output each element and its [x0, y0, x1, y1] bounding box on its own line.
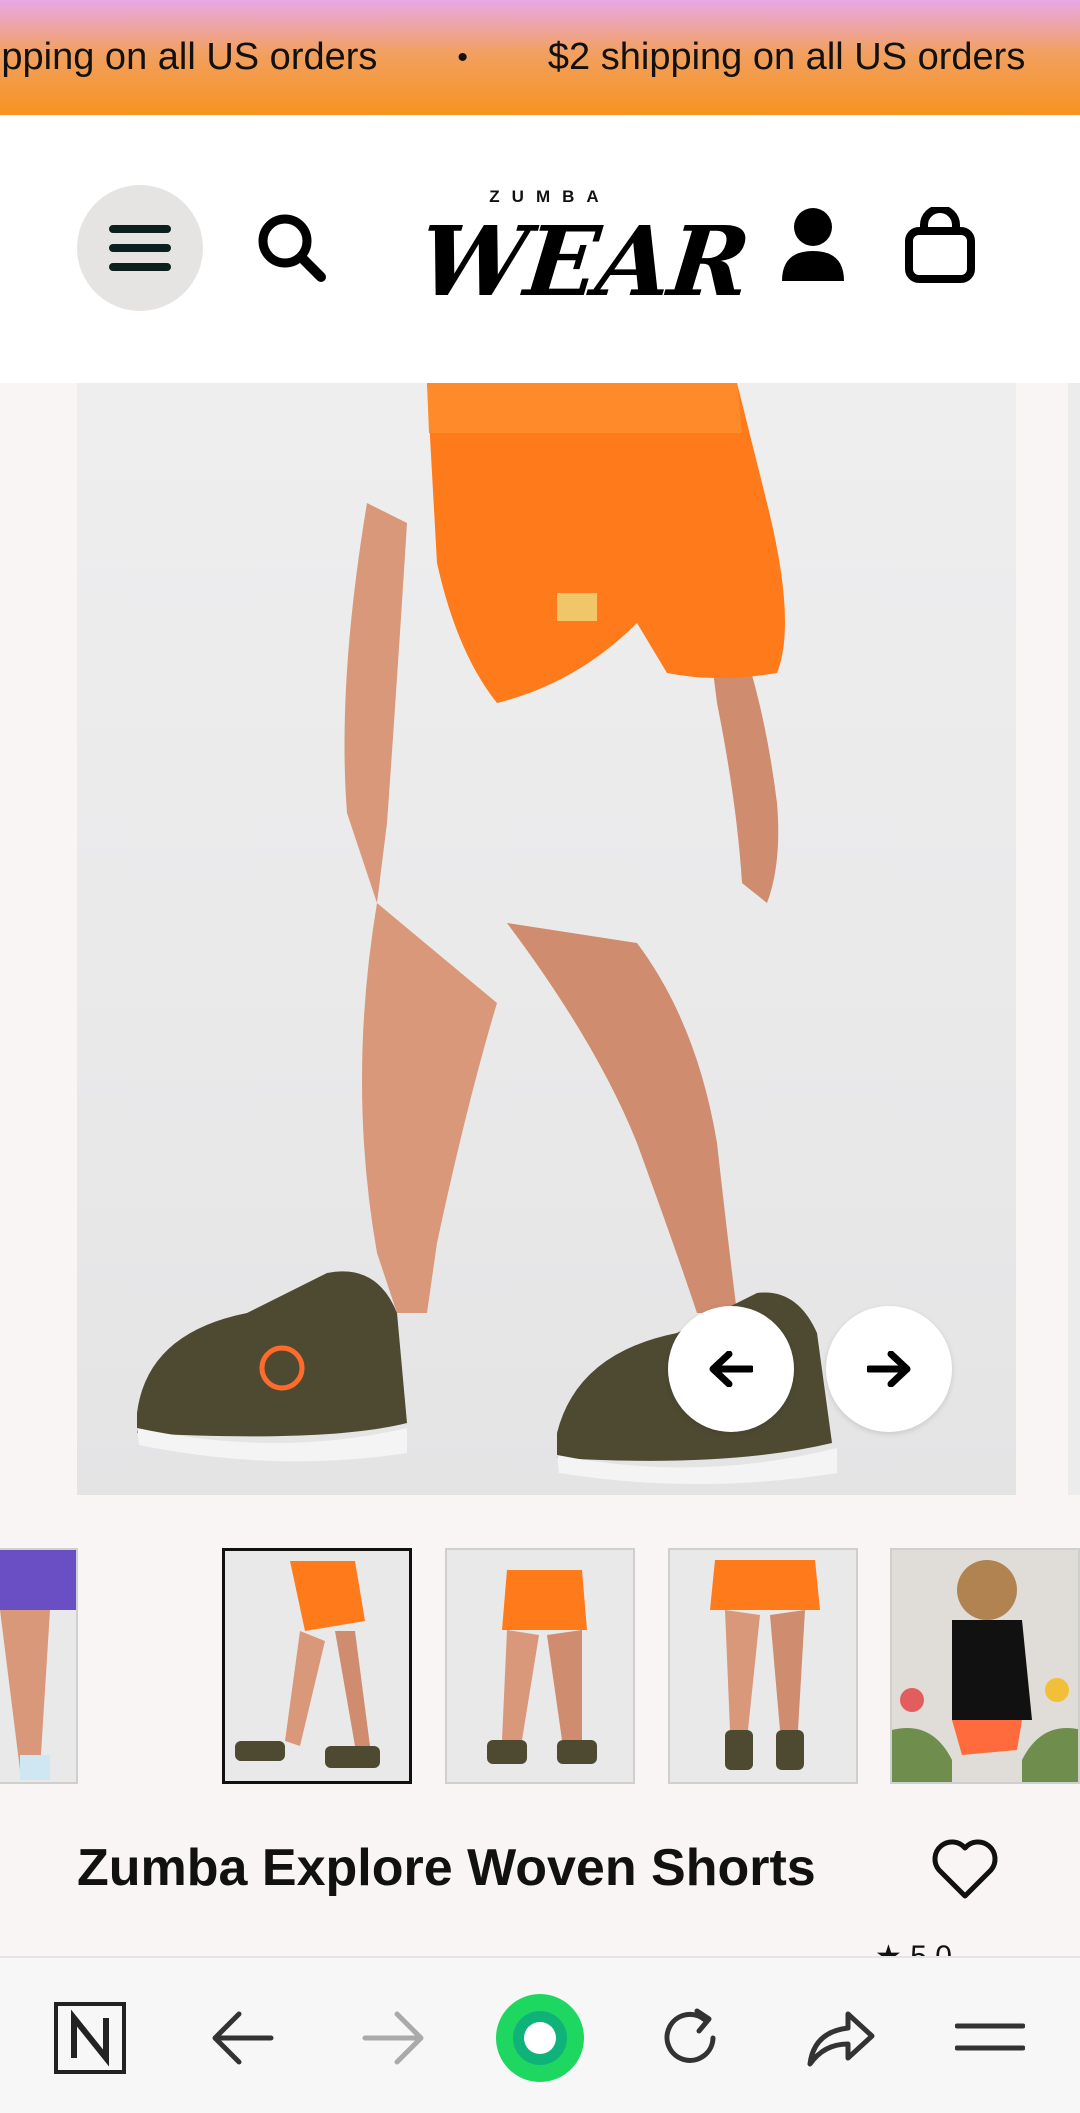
- thumbnail-lifestyle[interactable]: [890, 1548, 1080, 1784]
- home-button[interactable]: [495, 1993, 585, 2083]
- thumbnail-image: [892, 1560, 1078, 1782]
- hamburger-menu-icon: [109, 225, 171, 271]
- product-title: Zumba Explore Woven Shorts: [77, 1839, 816, 1897]
- previous-image-button[interactable]: [668, 1306, 794, 1432]
- forward-icon: [362, 2011, 424, 2065]
- promo-separator: •: [457, 40, 468, 74]
- share-button[interactable]: [795, 1993, 885, 2083]
- next-image-peek: [1068, 383, 1080, 1495]
- arrow-left-icon: [709, 1351, 753, 1387]
- shopping-bag-icon: [905, 205, 975, 283]
- search-icon: [258, 214, 326, 282]
- menu-button[interactable]: [77, 185, 203, 311]
- thumbnail-image: [487, 1570, 597, 1764]
- thumbnail-orange-side[interactable]: [222, 1548, 412, 1784]
- heart-icon: [932, 1839, 998, 1899]
- reload-icon: [664, 2008, 716, 2063]
- thumbnail-image: [710, 1560, 820, 1770]
- thumbnail-orange-back[interactable]: [445, 1548, 635, 1784]
- browser-menu-button[interactable]: [945, 1993, 1035, 2083]
- logo-brand-text: ZUMBA: [489, 187, 611, 206]
- user-icon: [782, 208, 844, 281]
- notion-button[interactable]: [45, 1993, 135, 2083]
- promo-banner: $2 shipping on all US orders • $2 shippi…: [0, 0, 1080, 115]
- logo-wordmark: WEAR: [414, 205, 754, 318]
- site-header: ZUMBA WEAR: [0, 115, 1080, 383]
- search-button[interactable]: [255, 211, 327, 283]
- zumba-wear-logo[interactable]: ZUMBA WEAR: [414, 187, 753, 318]
- menu-icon: [955, 2023, 1025, 2051]
- reload-button[interactable]: [645, 1993, 735, 2083]
- thumbnail-image: [0, 1550, 76, 1780]
- share-icon: [807, 2011, 875, 2067]
- thumbnail-purple-shorts[interactable]: [0, 1548, 78, 1784]
- notion-icon: [54, 2002, 126, 2074]
- thumbnail-orange-front[interactable]: [668, 1548, 858, 1784]
- next-image-button[interactable]: [826, 1306, 952, 1432]
- promo-message: $2 shipping on all US orders: [547, 36, 1026, 78]
- wishlist-button[interactable]: [930, 1836, 1000, 1902]
- forward-button[interactable]: [348, 1993, 438, 2083]
- home-icon: [496, 1994, 584, 2082]
- account-button[interactable]: [780, 207, 846, 283]
- product-gallery: [0, 383, 1080, 1498]
- cart-button[interactable]: [904, 205, 976, 283]
- back-button[interactable]: [198, 1993, 288, 2083]
- thumbnail-image: [235, 1561, 380, 1768]
- promo-ticker: $2 shipping on all US orders • $2 shippi…: [0, 0, 1080, 115]
- back-icon: [212, 2011, 274, 2065]
- rating-peek: ★ 5.0: [875, 1940, 952, 1957]
- browser-toolbar: [0, 1956, 1080, 2113]
- promo-separator: •: [1065, 41, 1080, 75]
- arrow-right-icon: [867, 1351, 911, 1387]
- promo-message: $2 shipping on all US orders: [0, 36, 378, 78]
- thumbnail-strip[interactable]: [0, 1546, 1080, 1786]
